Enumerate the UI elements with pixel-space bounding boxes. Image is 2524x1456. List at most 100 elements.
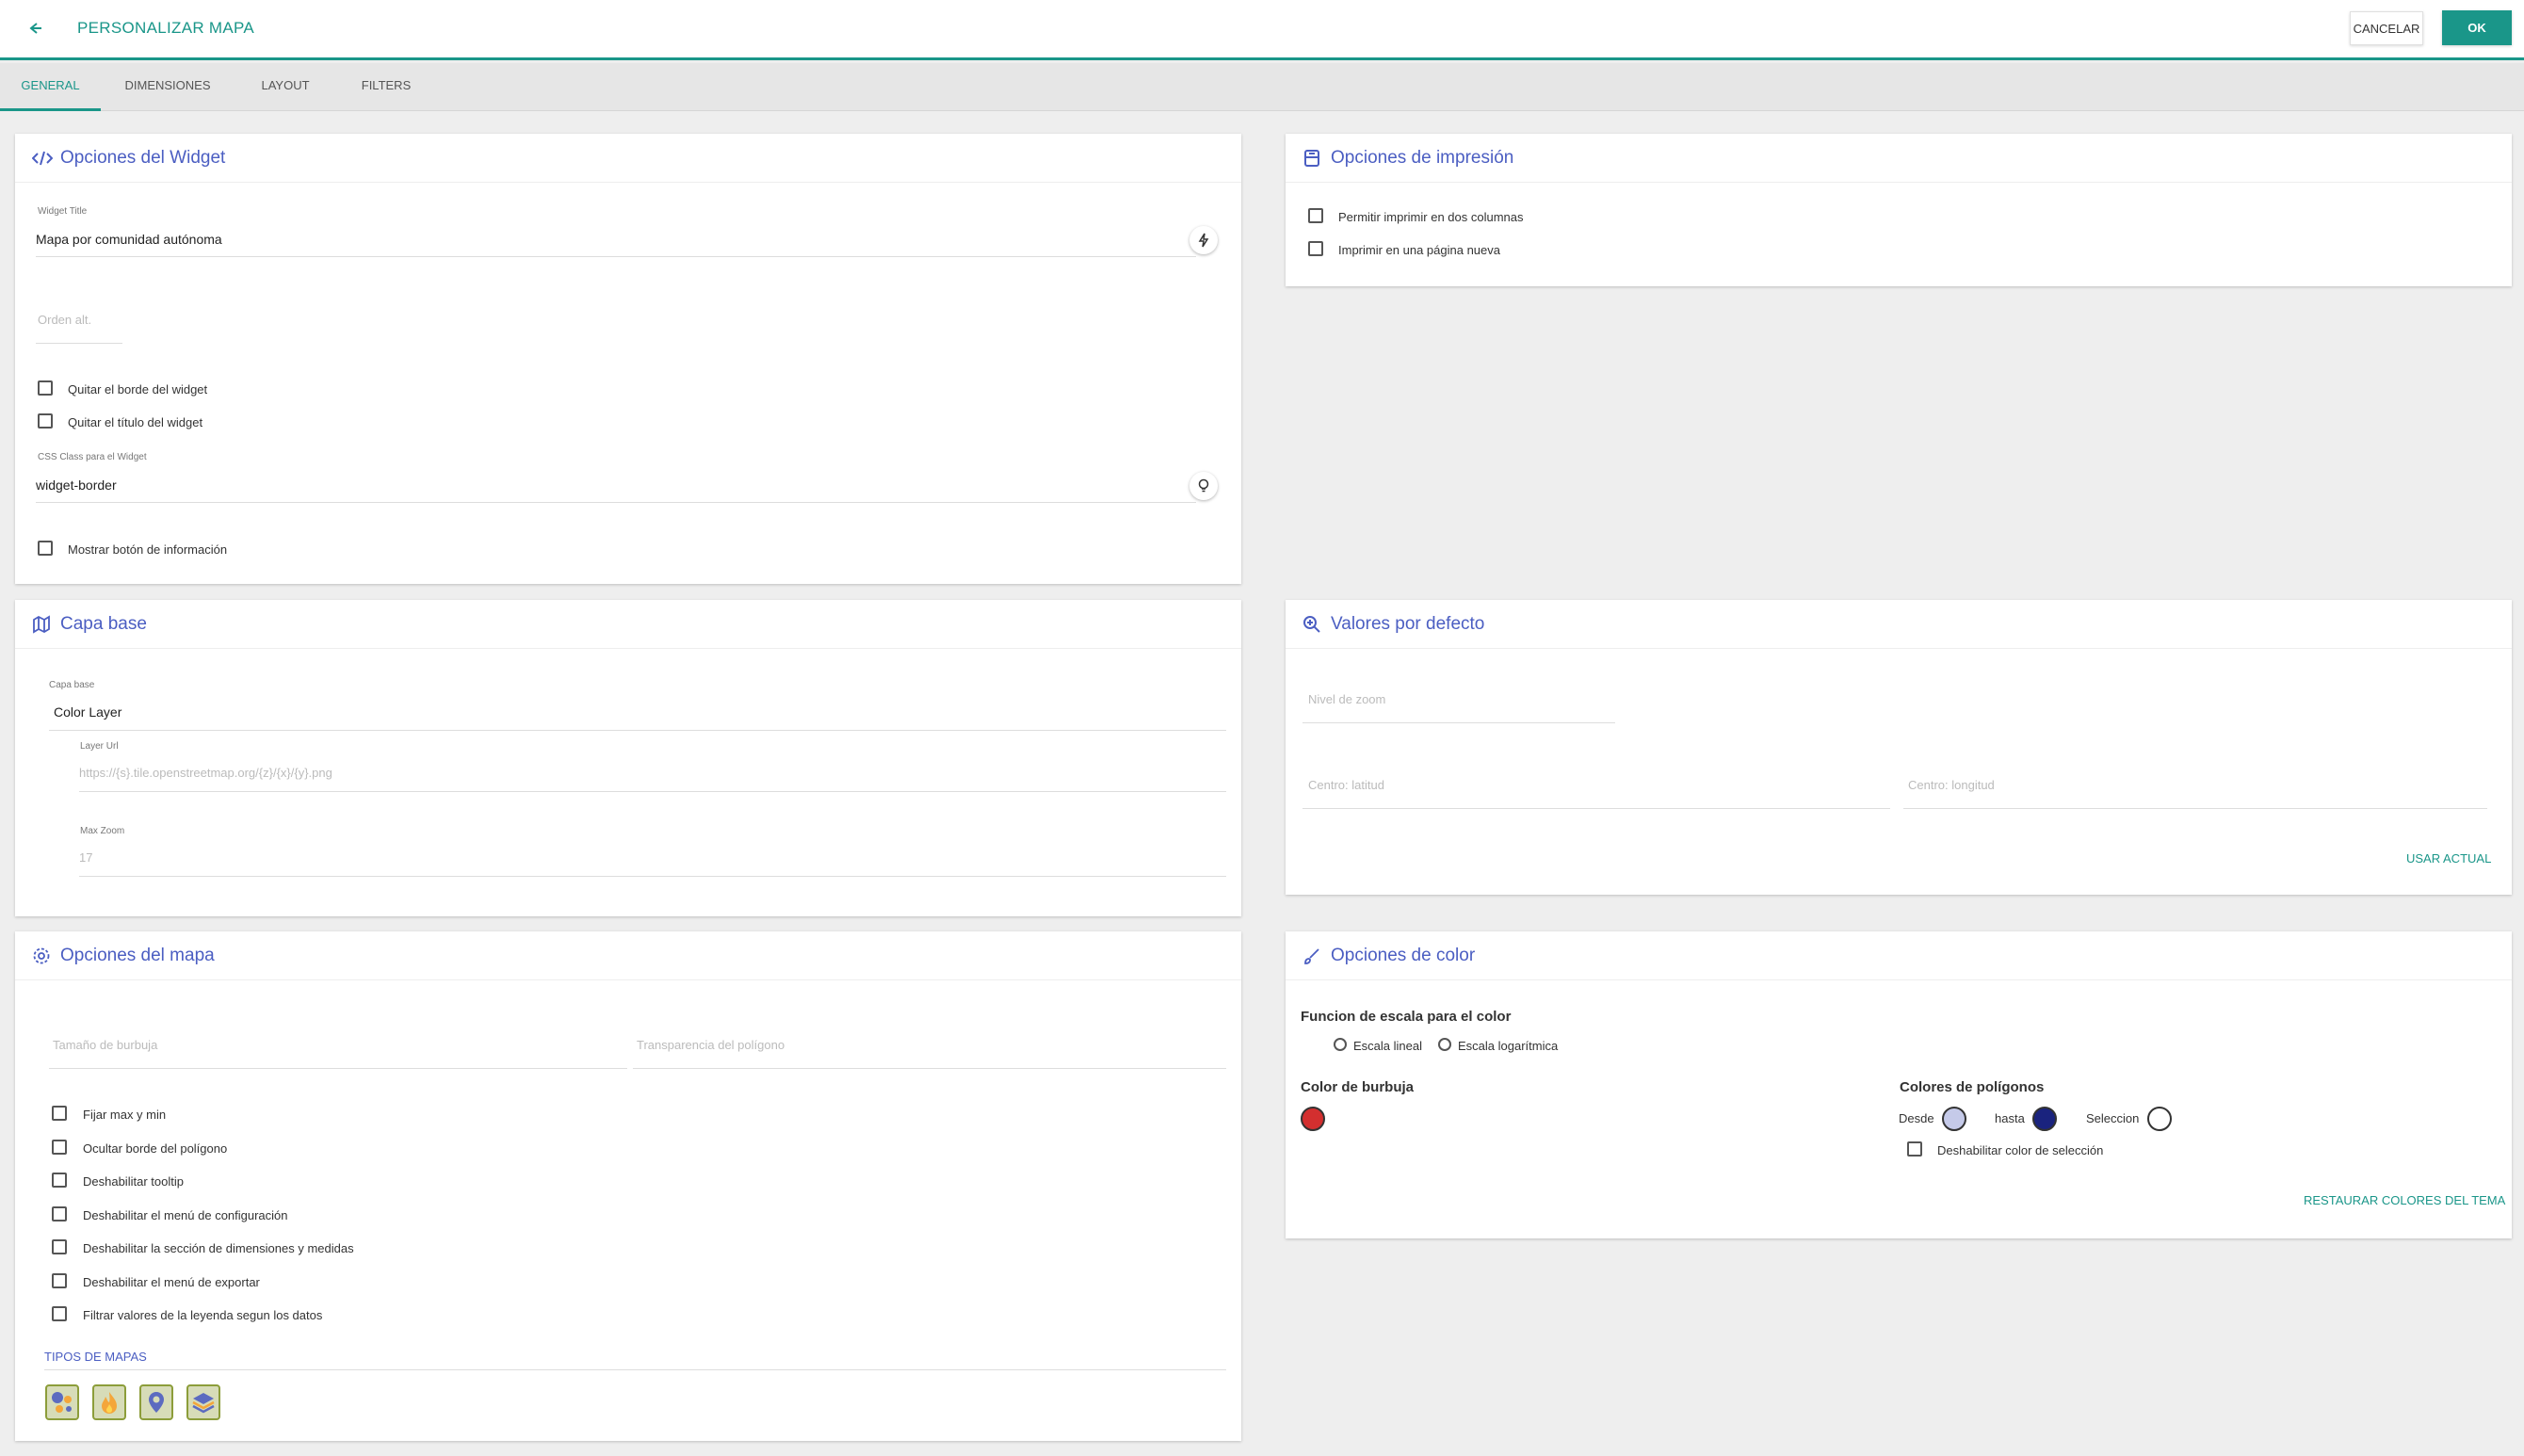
top-bar: PERSONALIZAR MAPA CANCELAR OK (0, 0, 2524, 60)
divider (44, 1369, 1226, 1370)
polygon-transparency-input[interactable]: Transparencia del polígono (637, 1038, 785, 1052)
checkbox-label: Filtrar valores de la leyenda segun los … (83, 1308, 323, 1322)
code-icon (31, 149, 54, 168)
to-color-swatch[interactable] (2032, 1107, 2057, 1131)
card-header: Opciones de color (1286, 931, 2512, 980)
zoom-search-icon (1302, 615, 1321, 634)
card-header: Capa base (15, 600, 1241, 649)
lightning-icon[interactable] (1189, 226, 1218, 254)
color-options-card: Opciones de color Funcion de escala para… (1286, 931, 2512, 1238)
latitude-input[interactable]: Centro: latitud (1308, 778, 1384, 792)
radio-label: Escala logarítmica (1458, 1039, 1559, 1053)
widget-title-input[interactable]: Mapa por comunidad autónoma (36, 232, 222, 247)
zoom-level-input[interactable]: Nivel de zoom (1308, 692, 1385, 706)
checkbox-label: Deshabilitar el menú de exportar (83, 1275, 260, 1289)
tab-layout[interactable]: LAYOUT (247, 63, 324, 111)
input-underline (36, 256, 1196, 257)
disable-dimensions-checkbox[interactable] (52, 1239, 67, 1254)
cancel-button[interactable]: CANCELAR (2350, 11, 2423, 45)
back-arrow-icon[interactable] (24, 17, 47, 40)
input-underline (36, 343, 122, 344)
card-header: Valores por defecto (1286, 600, 2512, 649)
card-title: Opciones de impresión (1331, 148, 1514, 168)
card-header: Opciones del mapa (15, 931, 1241, 980)
filter-legend-checkbox[interactable] (52, 1306, 67, 1321)
widget-options-card: Opciones del Widget Widget Title Mapa po… (15, 134, 1241, 584)
tab-general[interactable]: GENERAL (0, 63, 101, 111)
map-options-card: Opciones del mapa Tamaño de burbuja Tran… (15, 931, 1241, 1441)
disable-config-menu-checkbox[interactable] (52, 1206, 67, 1221)
order-input[interactable]: Orden alt. (38, 313, 91, 327)
bubble-map-icon[interactable] (45, 1384, 79, 1420)
ok-button[interactable]: OK (2442, 10, 2512, 45)
checkbox-label: Deshabilitar la sección de dimensiones y… (83, 1241, 354, 1255)
checkbox-label: Imprimir en una página nueva (1338, 243, 1500, 257)
input-underline (36, 502, 1196, 503)
hide-polygon-border-checkbox[interactable] (52, 1140, 67, 1155)
two-columns-checkbox[interactable] (1308, 208, 1323, 223)
radio-label: Escala lineal (1353, 1039, 1422, 1053)
card-header: Opciones del Widget (15, 134, 1241, 183)
remove-title-checkbox[interactable] (38, 413, 53, 429)
layers-map-icon[interactable] (186, 1384, 220, 1420)
checkbox-label: Deshabilitar tooltip (83, 1174, 184, 1189)
bubble-size-input[interactable]: Tamaño de burbuja (53, 1038, 157, 1052)
scale-function-label: Funcion de escala para el color (1301, 1009, 1512, 1025)
disable-selection-color-checkbox[interactable] (1907, 1141, 1922, 1157)
disable-export-menu-checkbox[interactable] (52, 1273, 67, 1288)
base-layer-card: Capa base Capa base Color Layer Layer Ur… (15, 600, 1241, 916)
remove-border-checkbox[interactable] (38, 380, 53, 396)
heat-map-icon[interactable] (92, 1384, 126, 1420)
use-current-button[interactable]: USAR ACTUAL (2406, 851, 2491, 866)
linear-scale-radio[interactable] (1334, 1038, 1347, 1051)
bubble-color-label: Color de burbuja (1301, 1079, 1414, 1095)
max-zoom-label: Max Zoom (80, 826, 125, 836)
bubble-color-swatch[interactable] (1301, 1107, 1325, 1131)
selection-color-swatch[interactable] (2147, 1107, 2172, 1131)
disable-tooltip-checkbox[interactable] (52, 1173, 67, 1188)
lightbulb-icon[interactable] (1189, 472, 1218, 500)
map-icon (32, 615, 51, 634)
checkbox-label: Mostrar botón de información (68, 542, 228, 557)
layer-url-input[interactable]: https://{s}.tile.openstreetmap.org/{z}/{… (79, 766, 332, 780)
checkbox-label: Quitar el borde del widget (68, 382, 208, 396)
card-title: Opciones del Widget (60, 148, 226, 168)
widget-title-label: Widget Title (38, 206, 88, 217)
page-title: PERSONALIZAR MAPA (77, 19, 255, 37)
tab-filters[interactable]: FILTERS (350, 63, 422, 111)
printer-icon (1302, 149, 1321, 168)
css-class-input[interactable]: widget-border (36, 477, 117, 493)
selection-label: Seleccion (2086, 1111, 2140, 1125)
checkbox-label: Deshabilitar color de selección (1937, 1143, 2104, 1157)
card-title: Opciones del mapa (60, 946, 215, 965)
fix-max-min-checkbox[interactable] (52, 1106, 67, 1121)
input-underline (49, 730, 1226, 731)
checkbox-label: Ocultar borde del polígono (83, 1141, 228, 1156)
checkbox-label: Deshabilitar el menú de configuración (83, 1208, 288, 1222)
marker-map-icon[interactable] (139, 1384, 173, 1420)
checkbox-label: Fijar max y min (83, 1108, 167, 1122)
base-layer-label: Capa base (49, 680, 95, 690)
from-color-swatch[interactable] (1942, 1107, 1966, 1131)
print-options-card: Opciones de impresión Permitir imprimir … (1286, 134, 2512, 286)
input-underline (79, 791, 1226, 792)
show-info-checkbox[interactable] (38, 541, 53, 556)
card-title: Capa base (60, 614, 147, 634)
restore-theme-colors-button[interactable]: RESTAURAR COLORES DEL TEMA (2304, 1193, 2505, 1207)
gear-icon (32, 946, 51, 965)
input-underline (1302, 808, 1890, 809)
base-layer-select[interactable]: Color Layer (54, 704, 121, 720)
tab-dimensiones[interactable]: DIMENSIONES (115, 63, 220, 111)
input-underline (79, 876, 1226, 877)
map-types-heading: TIPOS DE MAPAS (44, 1350, 147, 1364)
checkbox-label: Quitar el título del widget (68, 415, 203, 429)
log-scale-radio[interactable] (1438, 1038, 1451, 1051)
new-page-checkbox[interactable] (1308, 241, 1323, 256)
max-zoom-input[interactable]: 17 (79, 850, 92, 865)
input-underline (1302, 722, 1615, 723)
checkbox-label: Permitir imprimir en dos columnas (1338, 210, 1524, 224)
default-values-card: Valores por defecto Nivel de zoom Centro… (1286, 600, 2512, 895)
layer-url-label: Layer Url (80, 741, 119, 752)
input-underline (49, 1068, 627, 1069)
longitude-input[interactable]: Centro: longitud (1908, 778, 1995, 792)
